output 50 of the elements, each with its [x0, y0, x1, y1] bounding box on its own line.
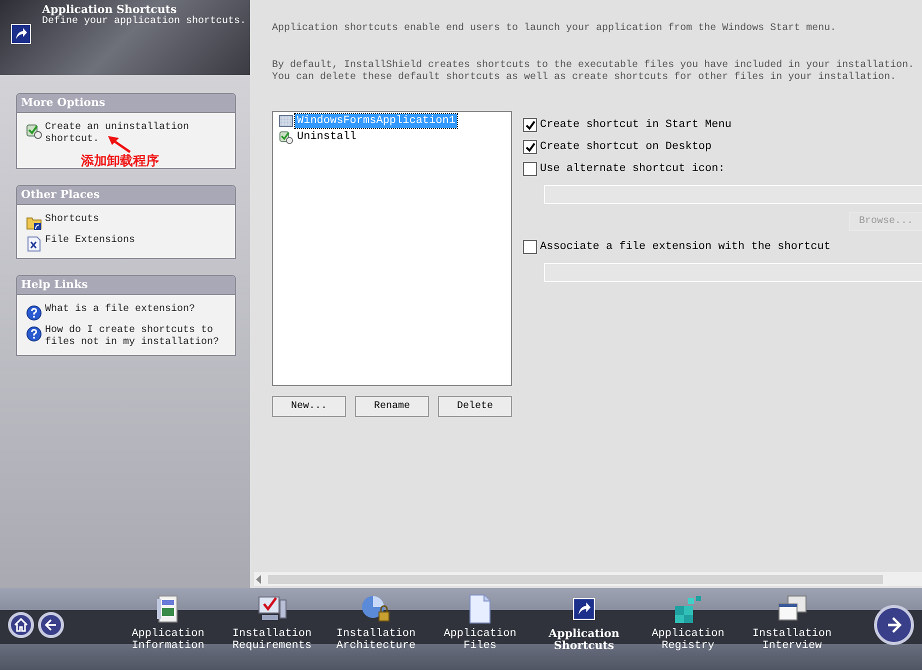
description-text: By default, InstallShield creates shortcuts to the executable files you have included in your installation. You can delete these default shortcuts as well as create shortcuts for other files in your installation. [272, 60, 914, 84]
checkbox[interactable] [523, 240, 537, 254]
disc-icon [26, 123, 42, 139]
horizontal-scrollbar[interactable] [254, 572, 922, 586]
disc-icon [279, 130, 293, 144]
list-button[interactable]: Rename [355, 396, 429, 417]
checkbox-label: Create shortcut in Start Menu [540, 119, 732, 131]
checkbox-label: Use alternate shortcut icon: [540, 163, 725, 175]
checkbox[interactable] [523, 118, 537, 132]
help-icon [26, 326, 42, 342]
pie-lock-icon [360, 594, 392, 624]
task-link[interactable]: File Extensions [45, 235, 220, 247]
task-link[interactable]: How do I create shortcuts to files not in my installation? [45, 325, 220, 349]
nav-item[interactable]: Installation Requirements [232, 628, 312, 652]
panel-title: Help Links [17, 276, 235, 295]
help-icon [26, 305, 42, 321]
task-link[interactable]: Shortcuts [45, 214, 220, 226]
home-icon [13, 617, 29, 633]
cubes-icon [672, 594, 704, 624]
list-button[interactable]: Delete [438, 396, 512, 417]
panel-title: Other Places [17, 186, 235, 205]
checkbox[interactable] [523, 140, 537, 154]
scroll-thumb[interactable] [268, 574, 883, 584]
panel-title: More Options [17, 94, 235, 113]
task-link[interactable]: What is a file extension? [45, 304, 220, 316]
input-field[interactable] [544, 185, 922, 204]
list-button[interactable]: New... [272, 396, 346, 417]
nav-item[interactable]: Application Files [444, 628, 516, 652]
page-subtitle: Define your application shortcuts. [42, 16, 246, 28]
description-text: Application shortcuts enable end users to launch your application from the Windows Start menu. [272, 23, 838, 35]
application-icon [279, 114, 293, 128]
document-icon [467, 594, 493, 624]
back-arrow-icon [43, 617, 59, 633]
nav-item[interactable]: Installation Architecture [336, 628, 416, 652]
folder-icon [26, 215, 42, 231]
document-icon [26, 236, 42, 252]
annotation-text: 添加卸载程序 [81, 152, 159, 170]
input-field[interactable] [544, 263, 922, 282]
checkbox[interactable] [523, 162, 537, 176]
checkbox-label: Create shortcut on Desktop [540, 141, 712, 153]
shortcut-item[interactable]: Uninstall [295, 130, 358, 144]
nav-item[interactable]: Installation Interview [752, 628, 832, 652]
nav-item[interactable]: Application Information [132, 628, 204, 652]
checkbox-label: Associate a file extension with the shortcut [540, 241, 830, 253]
nav-item[interactable]: Application Shortcuts [548, 628, 620, 652]
annotation-arrow [106, 134, 132, 154]
nav-item[interactable]: Application Registry [652, 628, 724, 652]
page-title: Application Shortcuts [42, 4, 177, 16]
task-link[interactable]: Create an uninstallation shortcut. [45, 122, 220, 146]
scroll-left-icon[interactable] [254, 572, 264, 586]
